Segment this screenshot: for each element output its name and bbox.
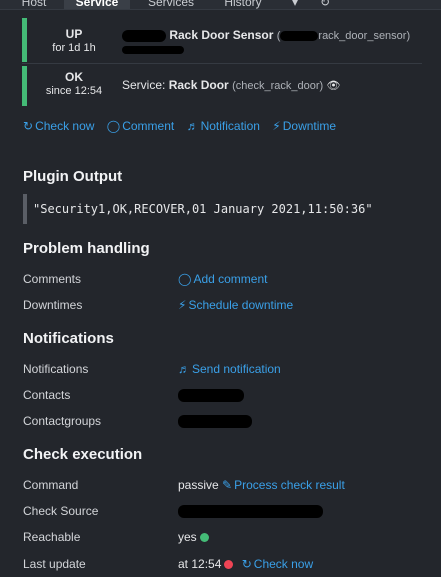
host-name: Rack Door Sensor <box>169 28 274 42</box>
contacts-label: Contacts <box>23 388 71 402</box>
downtimes-row: Downtimes ⚡ Schedule downtime <box>23 296 423 316</box>
service-state-since: since 12:54 <box>45 85 103 97</box>
reachable-value: yes <box>178 530 197 544</box>
reachable-row: Reachable yes <box>23 528 423 548</box>
host-check-name: rack_door_sensor) <box>318 30 411 42</box>
downtimes-label: Downtimes <box>23 298 83 312</box>
plug-icon: ⚡ <box>178 298 187 312</box>
edit-icon: ✎ <box>222 478 233 492</box>
eye-slash-icon: 👁 <box>326 80 341 92</box>
service-state-row[interactable]: OK since 12:54 Service: Rack Door (check… <box>22 66 422 106</box>
redacted-host-icon <box>122 29 166 42</box>
command-value: passive <box>178 478 219 492</box>
contactgroups-label: Contactgroups <box>23 414 102 428</box>
check-now-link[interactable]: ↻ Check now <box>23 119 94 133</box>
command-label: Command <box>23 478 79 492</box>
check-source-row: Check Source <box>23 502 423 522</box>
redacted-check-prefix <box>280 31 319 42</box>
notifications-row: Notifications ♬ Send notification <box>23 360 423 380</box>
bell-icon: ♬ <box>186 119 199 133</box>
service-state: OK <box>65 70 83 84</box>
notification-link[interactable]: ♬ Notification <box>187 119 260 133</box>
check-source-label: Check Source <box>23 504 99 518</box>
comments-label: Comments <box>23 272 82 286</box>
command-row: Command passive ✎ Process check result <box>23 476 423 496</box>
service-name: Rack Door <box>168 78 229 92</box>
process-check-result-link[interactable]: ✎ Process check result <box>222 478 345 492</box>
check-now-link-bottom[interactable]: ↻ Check now <box>242 557 313 571</box>
host-state-indicator <box>22 18 27 62</box>
schedule-downtime-link[interactable]: ⚡ Schedule downtime <box>178 298 293 312</box>
service-subject: Service: Rack Door (check_rack_door) 👁 <box>122 78 340 92</box>
last-update-status-dot <box>224 560 234 569</box>
chevron-down-icon[interactable]: ▾ <box>288 0 302 9</box>
reachable-value-group: yes <box>178 530 209 544</box>
service-state-indicator <box>22 66 27 106</box>
last-update-row: Last update at 12:54 ↻ Check now <box>23 555 423 575</box>
contactgroups-row: Contactgroups <box>23 412 423 432</box>
tab-bar: Host Service Services History ▾ ↻ <box>0 0 441 10</box>
quick-actions: ↻ Check now ◯ Comment ♬ Notification ⚡ Downt… <box>23 119 345 133</box>
last-update-value: at 12:54 <box>178 557 222 571</box>
plug-icon: ⚡ <box>272 119 281 133</box>
plugin-output-heading: Plugin Output <box>23 168 123 185</box>
refresh-icon[interactable]: ↻ <box>318 0 332 9</box>
redacted-check-source <box>178 504 323 519</box>
plugin-output-text: "Security1,OK,RECOVER,01 January 2021,11… <box>23 194 421 224</box>
reachable-label: Reachable <box>23 530 81 544</box>
send-notification-link[interactable]: ♬ Send notification <box>178 362 281 376</box>
notifications-heading: Notifications <box>23 330 114 347</box>
service-state-badge: OK since 12:54 <box>34 66 114 106</box>
host-state-row[interactable]: UP for 1d 1h Rack Door Sensor (rack_door… <box>22 18 422 62</box>
tab-history[interactable]: History <box>210 0 276 9</box>
comments-row: Comments ◯ Add comment <box>23 270 423 290</box>
check-execution-heading: Check execution <box>23 446 143 463</box>
host-state-badge: UP for 1d 1h <box>34 18 114 62</box>
service-prefix: Service: <box>122 78 166 92</box>
comment-icon: ◯ <box>178 272 192 286</box>
redacted-contacts <box>178 388 244 403</box>
last-update-label: Last update <box>23 557 86 571</box>
notifications-label: Notifications <box>23 362 89 376</box>
comment-icon: ◯ <box>106 119 121 133</box>
add-comment-link[interactable]: ◯ Add comment <box>178 272 267 286</box>
divider <box>22 63 422 64</box>
last-update-value-group: at 12:54 ↻ Check now <box>178 557 313 571</box>
host-state: UP <box>65 27 83 41</box>
tab-service[interactable]: Service <box>64 0 130 9</box>
downtime-link[interactable]: ⚡ Downtime <box>272 119 336 133</box>
comment-link[interactable]: ◯ Comment <box>107 119 174 133</box>
bell-icon: ♬ <box>178 362 190 376</box>
tab-host[interactable]: Host <box>14 0 54 9</box>
redacted-host-address <box>122 42 184 56</box>
host-subject: Rack Door Sensor (rack_door_sensor) <box>122 28 410 42</box>
command-value-group: passive ✎ Process check result <box>178 478 345 492</box>
service-check-name: (check_rack_door) <box>232 80 324 92</box>
refresh-icon: ↻ <box>241 557 252 571</box>
contacts-row: Contacts <box>23 386 423 406</box>
redacted-contactgroups <box>178 414 252 429</box>
reachable-status-dot <box>199 533 209 542</box>
problem-handling-heading: Problem handling <box>23 240 150 257</box>
tab-services[interactable]: Services <box>140 0 202 9</box>
host-state-since: for 1d 1h <box>52 42 96 54</box>
refresh-icon: ↻ <box>23 119 34 133</box>
